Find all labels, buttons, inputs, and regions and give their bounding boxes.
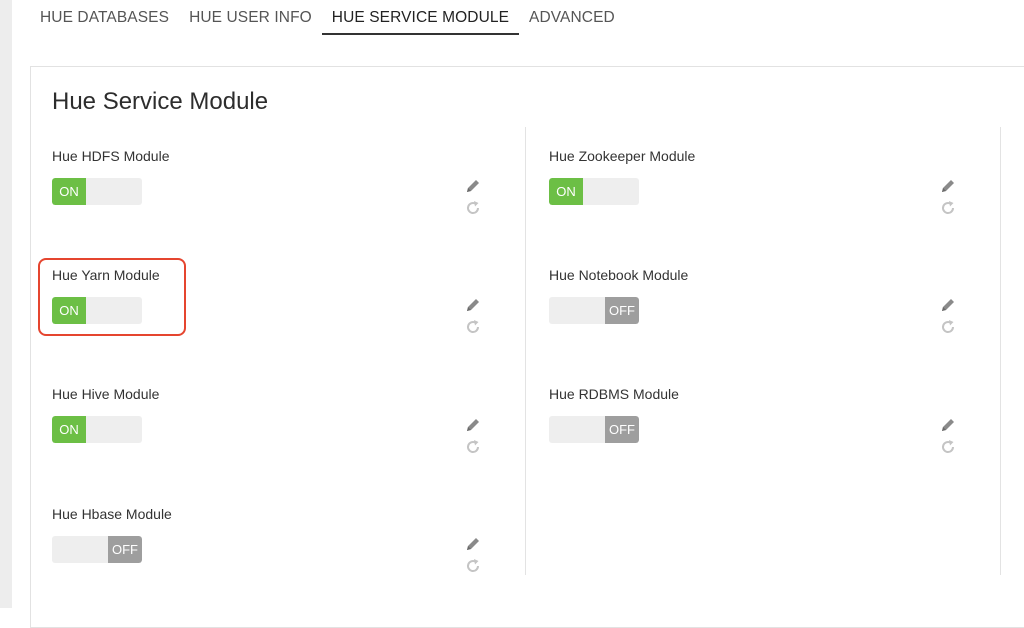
left-gutter xyxy=(0,0,12,608)
toggle-state: OFF xyxy=(605,297,639,324)
toggle-state: OFF xyxy=(605,416,639,443)
refresh-icon[interactable] xyxy=(464,199,482,217)
pencil-icon[interactable] xyxy=(464,535,482,553)
tab-hue-databases[interactable]: HUE DATABASES xyxy=(30,0,179,33)
module-label: Hue RDBMS Module xyxy=(549,386,679,402)
hive-toggle[interactable]: ON xyxy=(52,416,142,443)
page-title: Hue Service Module xyxy=(52,88,269,115)
pencil-icon[interactable] xyxy=(464,416,482,434)
module-label: Hue Hive Module xyxy=(52,386,160,402)
refresh-icon[interactable] xyxy=(939,318,957,336)
refresh-icon[interactable] xyxy=(464,438,482,456)
toggle-state: ON xyxy=(52,416,86,443)
pencil-icon[interactable] xyxy=(939,416,957,434)
pencil-icon[interactable] xyxy=(464,296,482,314)
hdfs-toggle[interactable]: ON xyxy=(52,178,142,205)
pencil-icon[interactable] xyxy=(939,177,957,195)
column-divider xyxy=(1000,127,1001,575)
tab-bar: HUE DATABASES HUE USER INFO HUE SERVICE … xyxy=(30,0,625,35)
module-label: Hue HDFS Module xyxy=(52,148,170,164)
pencil-icon[interactable] xyxy=(464,177,482,195)
refresh-icon[interactable] xyxy=(464,318,482,336)
refresh-icon[interactable] xyxy=(939,199,957,217)
tab-advanced[interactable]: ADVANCED xyxy=(519,0,625,33)
service-module-panel xyxy=(30,66,1024,628)
rdbms-toggle[interactable]: OFF xyxy=(549,416,639,443)
refresh-icon[interactable] xyxy=(464,557,482,575)
module-label: Hue Zookeeper Module xyxy=(549,148,696,164)
highlight-annotation xyxy=(38,258,186,336)
toggle-state: ON xyxy=(52,178,86,205)
toggle-state: ON xyxy=(549,178,583,205)
column-divider xyxy=(525,127,526,575)
zookeeper-toggle[interactable]: ON xyxy=(549,178,639,205)
tab-hue-user-info[interactable]: HUE USER INFO xyxy=(179,0,322,33)
toggle-state: OFF xyxy=(108,536,142,563)
refresh-icon[interactable] xyxy=(939,438,957,456)
tab-hue-service-module[interactable]: HUE SERVICE MODULE xyxy=(321,0,520,35)
pencil-icon[interactable] xyxy=(939,296,957,314)
notebook-toggle[interactable]: OFF xyxy=(549,297,639,324)
module-label: Hue Notebook Module xyxy=(549,267,689,283)
module-label: Hue Hbase Module xyxy=(52,506,172,522)
hbase-toggle[interactable]: OFF xyxy=(52,536,142,563)
